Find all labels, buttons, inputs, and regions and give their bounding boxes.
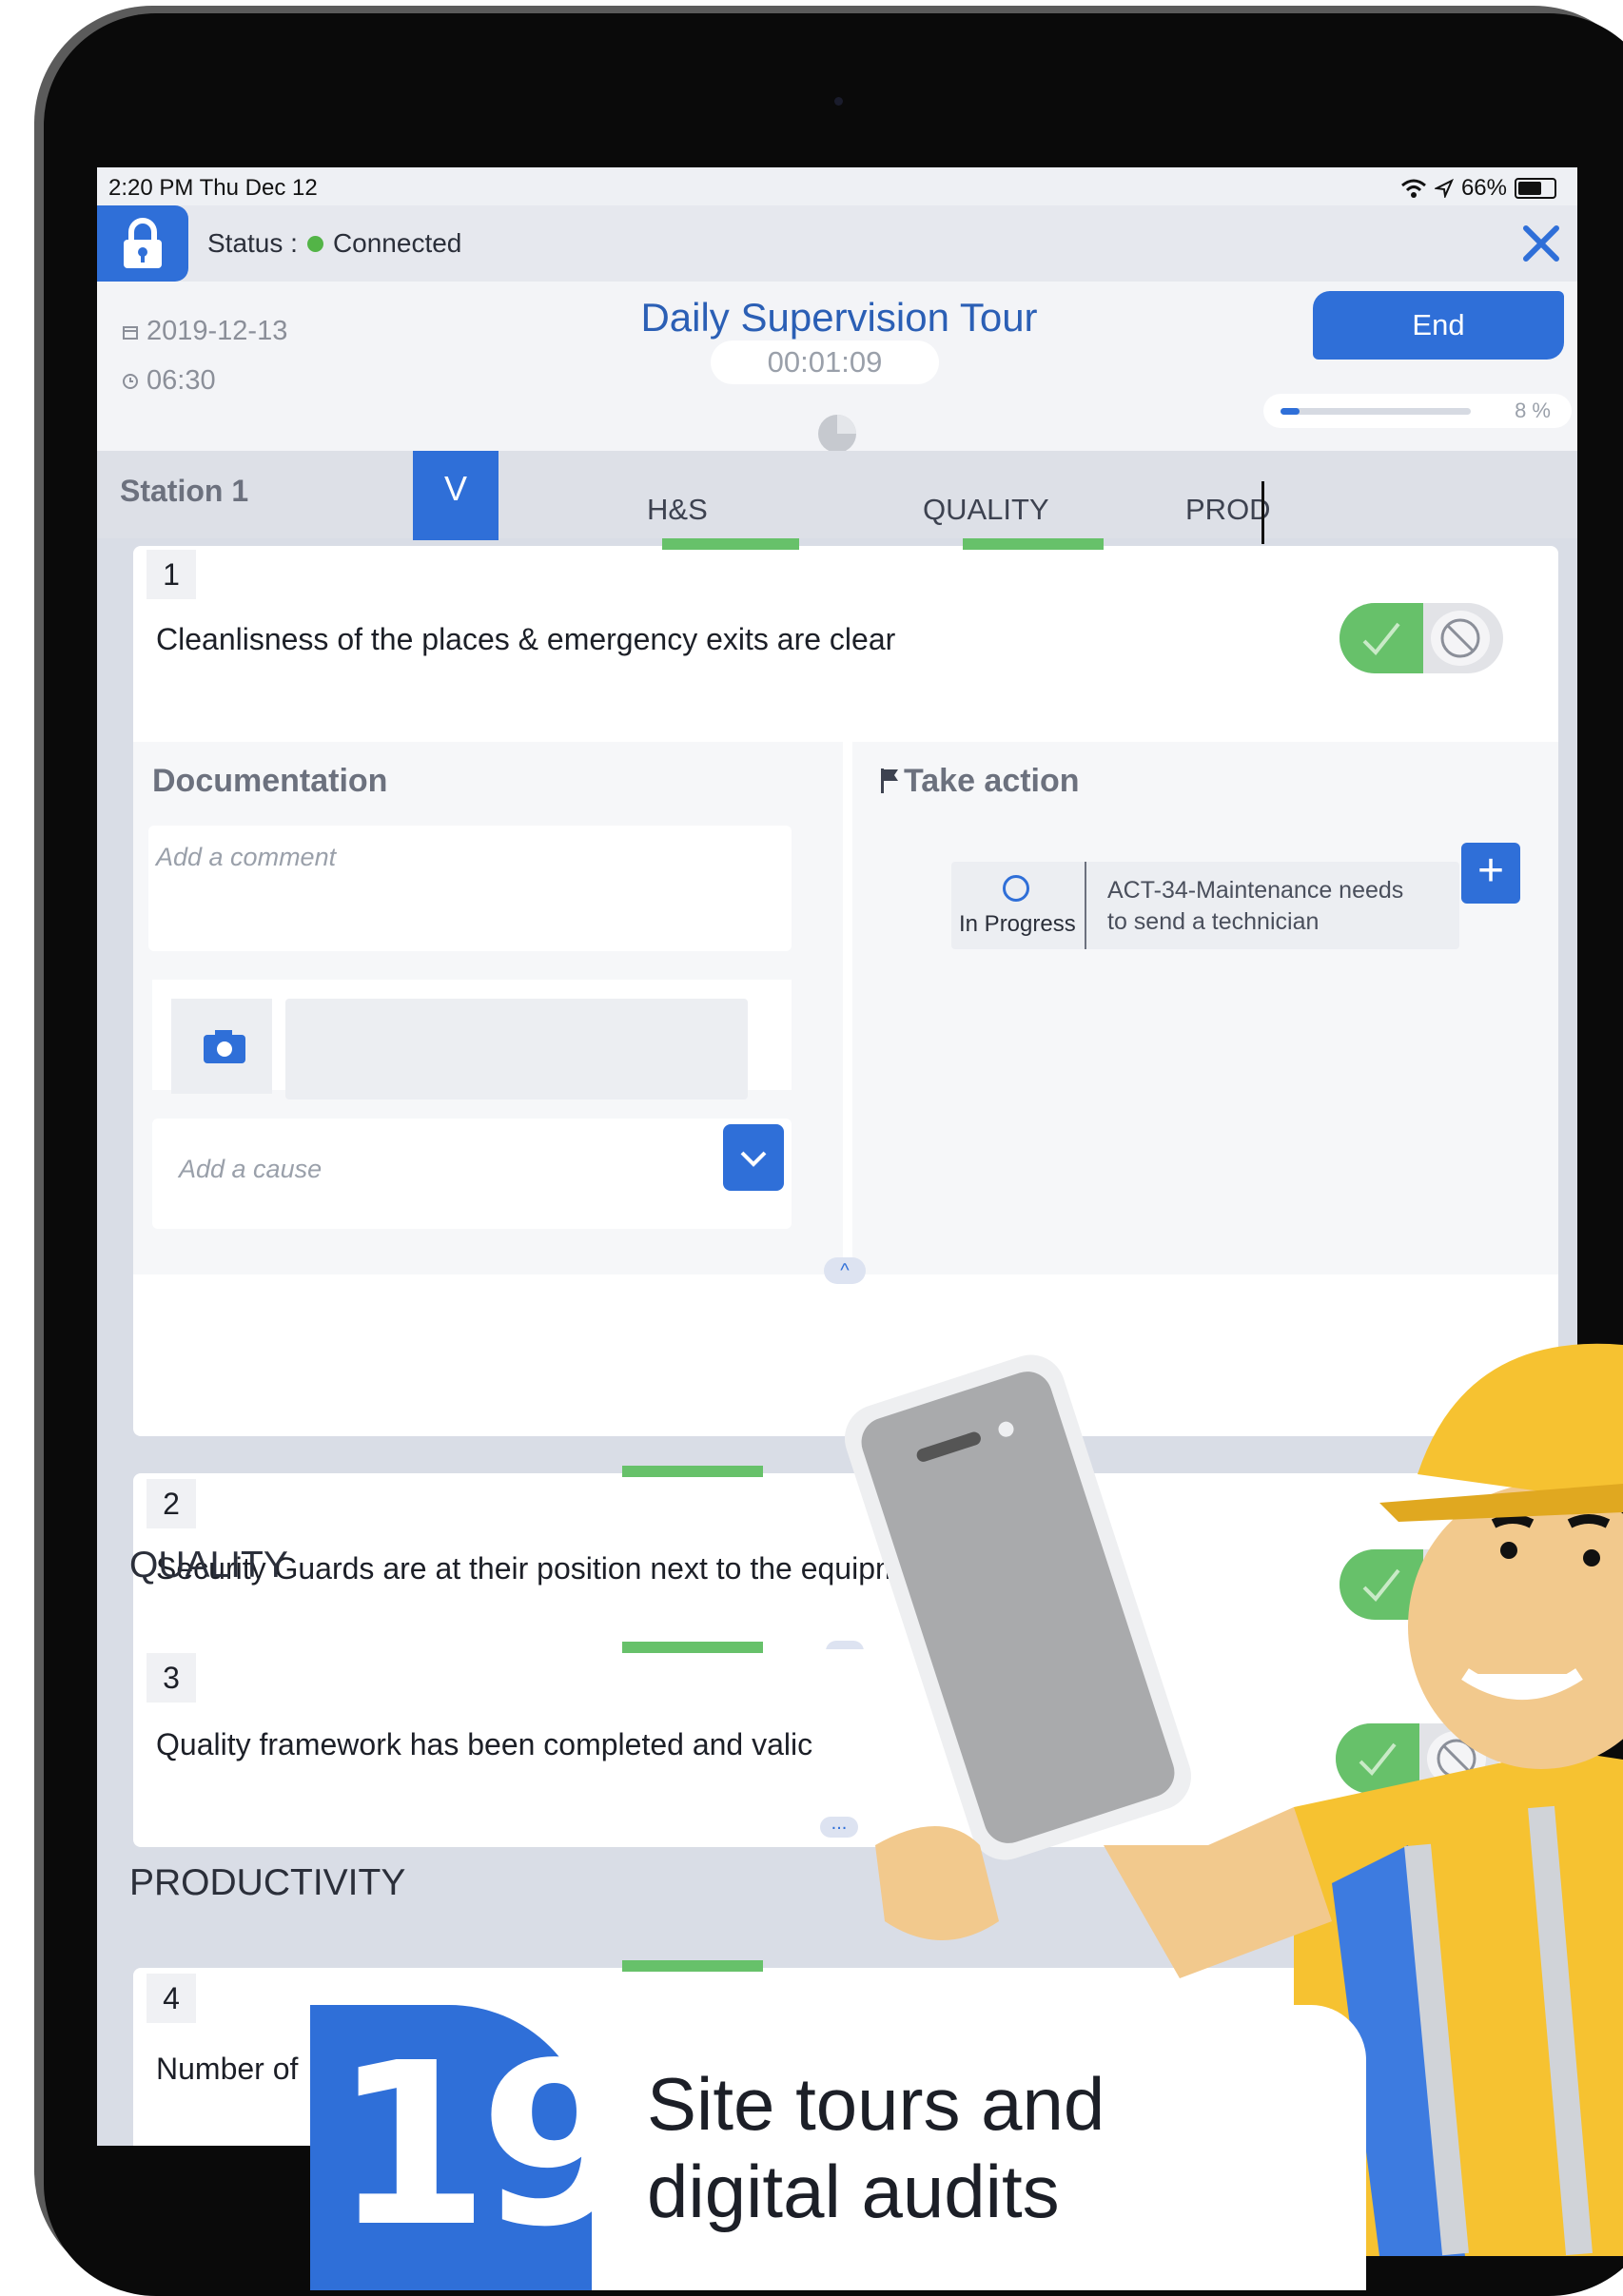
question-number: 1: [147, 550, 196, 599]
connection-value: Connected: [332, 228, 462, 258]
question-number: 3: [147, 1653, 196, 1703]
comment-field[interactable]: Add a comment: [148, 826, 792, 951]
status-right: 66%: [1400, 175, 1556, 202]
chevron-up-icon: ^: [840, 1260, 850, 1281]
documentation-title: Documentation: [152, 763, 388, 799]
battery-icon: [1515, 178, 1556, 199]
tour-title: Daily Supervision Tour: [640, 295, 1038, 340]
flag-icon: [881, 769, 898, 793]
status-time: 2:20 PM Thu Dec 12: [108, 175, 318, 201]
camera-icon: [204, 1030, 245, 1063]
progress-label: 8 %: [1515, 399, 1551, 422]
action-item[interactable]: In Progress ACT-34-Maintenance needs to …: [951, 862, 1459, 949]
question-text: Number of: [156, 2052, 299, 2086]
tour-progress: 8 %: [1263, 394, 1572, 428]
calendar-icon: [123, 325, 138, 340]
tour-start-time: 06:30: [122, 365, 216, 397]
promo-caption: Site tours and digital audits: [647, 2060, 1105, 2235]
status-dot: [306, 235, 323, 252]
question-number: 2: [147, 1479, 196, 1528]
action-status: In Progress: [951, 862, 1086, 949]
end-button[interactable]: End: [1313, 291, 1564, 360]
section-quality: QUALITY: [129, 1545, 288, 1586]
tab-scroll-indicator: [1261, 481, 1264, 544]
lock-icon: [124, 218, 162, 268]
quality-indicator: [622, 1642, 763, 1653]
action-line-2: to send a technician: [1107, 908, 1320, 935]
photo-slot: [285, 999, 748, 1099]
clock-icon: [123, 373, 138, 389]
block-icon: [1440, 618, 1480, 658]
add-action-button[interactable]: +: [1461, 843, 1520, 904]
question-number: 4: [147, 1974, 196, 2023]
tab-quality[interactable]: QUALITY: [923, 493, 1049, 527]
category-tabs: Station 1 V H&S QUALITY PROD: [97, 451, 1577, 544]
tour-timer: 00:01:09: [711, 341, 939, 384]
action-description: ACT-34-Maintenance needs to send a techn…: [1107, 875, 1403, 938]
cause-dropdown-button[interactable]: [723, 1124, 784, 1191]
tour-date: 2019-12-13: [122, 316, 287, 347]
cause-placeholder: Add a cause: [179, 1155, 323, 1183]
add-photo-button[interactable]: [171, 999, 272, 1094]
productivity-indicator: [622, 1960, 763, 1972]
location-icon: [1434, 179, 1454, 198]
documentation-panel: Documentation Add a comment Add a cause: [133, 742, 843, 1274]
tour-date-value: 2019-12-13: [147, 316, 288, 346]
plus-icon: +: [1476, 846, 1505, 896]
connection-status: Status : Connected: [207, 228, 461, 259]
cause-select[interactable]: Add a cause: [152, 1119, 792, 1229]
comment-placeholder: Add a comment: [156, 843, 337, 871]
connection-label: Status :: [207, 228, 298, 258]
quality-indicator: [963, 538, 1104, 550]
hs-indicator: [662, 538, 799, 550]
battery-percent: 66%: [1460, 175, 1507, 201]
promo-line-1: Site tours and: [647, 2062, 1105, 2146]
take-action-title: Take action: [904, 763, 1080, 799]
station-name: Station 1: [120, 474, 249, 508]
promo-number: 19: [310, 2005, 636, 2290]
question-text: Quality framework has been completed and…: [156, 1727, 813, 1761]
question-text: Cleanlisness of the places & emergency e…: [156, 622, 896, 656]
tab-productivity[interactable]: PROD: [1185, 493, 1271, 527]
progress-fill: [1281, 408, 1300, 415]
tab-hs[interactable]: H&S: [647, 493, 708, 527]
action-line-1: ACT-34-Maintenance needs: [1107, 877, 1404, 904]
action-status-label: In Progress: [959, 911, 1076, 937]
lock-button[interactable]: [97, 205, 188, 282]
check-icon: [1362, 622, 1400, 655]
yes-option[interactable]: [1339, 603, 1423, 673]
status-circle-icon: [1003, 875, 1029, 902]
promo-line-2: digital audits: [647, 2150, 1060, 2233]
answer-toggle[interactable]: [1339, 603, 1503, 673]
ios-status-bar: 2:20 PM Thu Dec 12 66%: [97, 167, 1577, 205]
section-productivity: PRODUCTIVITY: [129, 1862, 406, 1903]
take-action-panel: Take action In Progress ACT-34-Maintenan…: [852, 742, 1558, 1274]
no-option[interactable]: [1431, 611, 1490, 666]
progress-track: [1281, 408, 1471, 415]
close-icon[interactable]: [1520, 223, 1562, 264]
collapse-button[interactable]: ^: [824, 1257, 866, 1284]
wifi-icon: [1400, 179, 1426, 198]
hs-indicator: [622, 1466, 763, 1477]
promo-number-text: 19: [333, 2014, 636, 2276]
collapse-tab[interactable]: V: [413, 451, 499, 540]
tour-time-value: 06:30: [147, 365, 216, 396]
question-card-1: 1 Cleanlisness of the places & emergency…: [133, 538, 1558, 1436]
front-camera: [834, 97, 843, 106]
connection-bar: Status : Connected: [97, 205, 1577, 282]
photo-row: [152, 980, 792, 1099]
chevron-down-icon: [740, 1151, 767, 1167]
